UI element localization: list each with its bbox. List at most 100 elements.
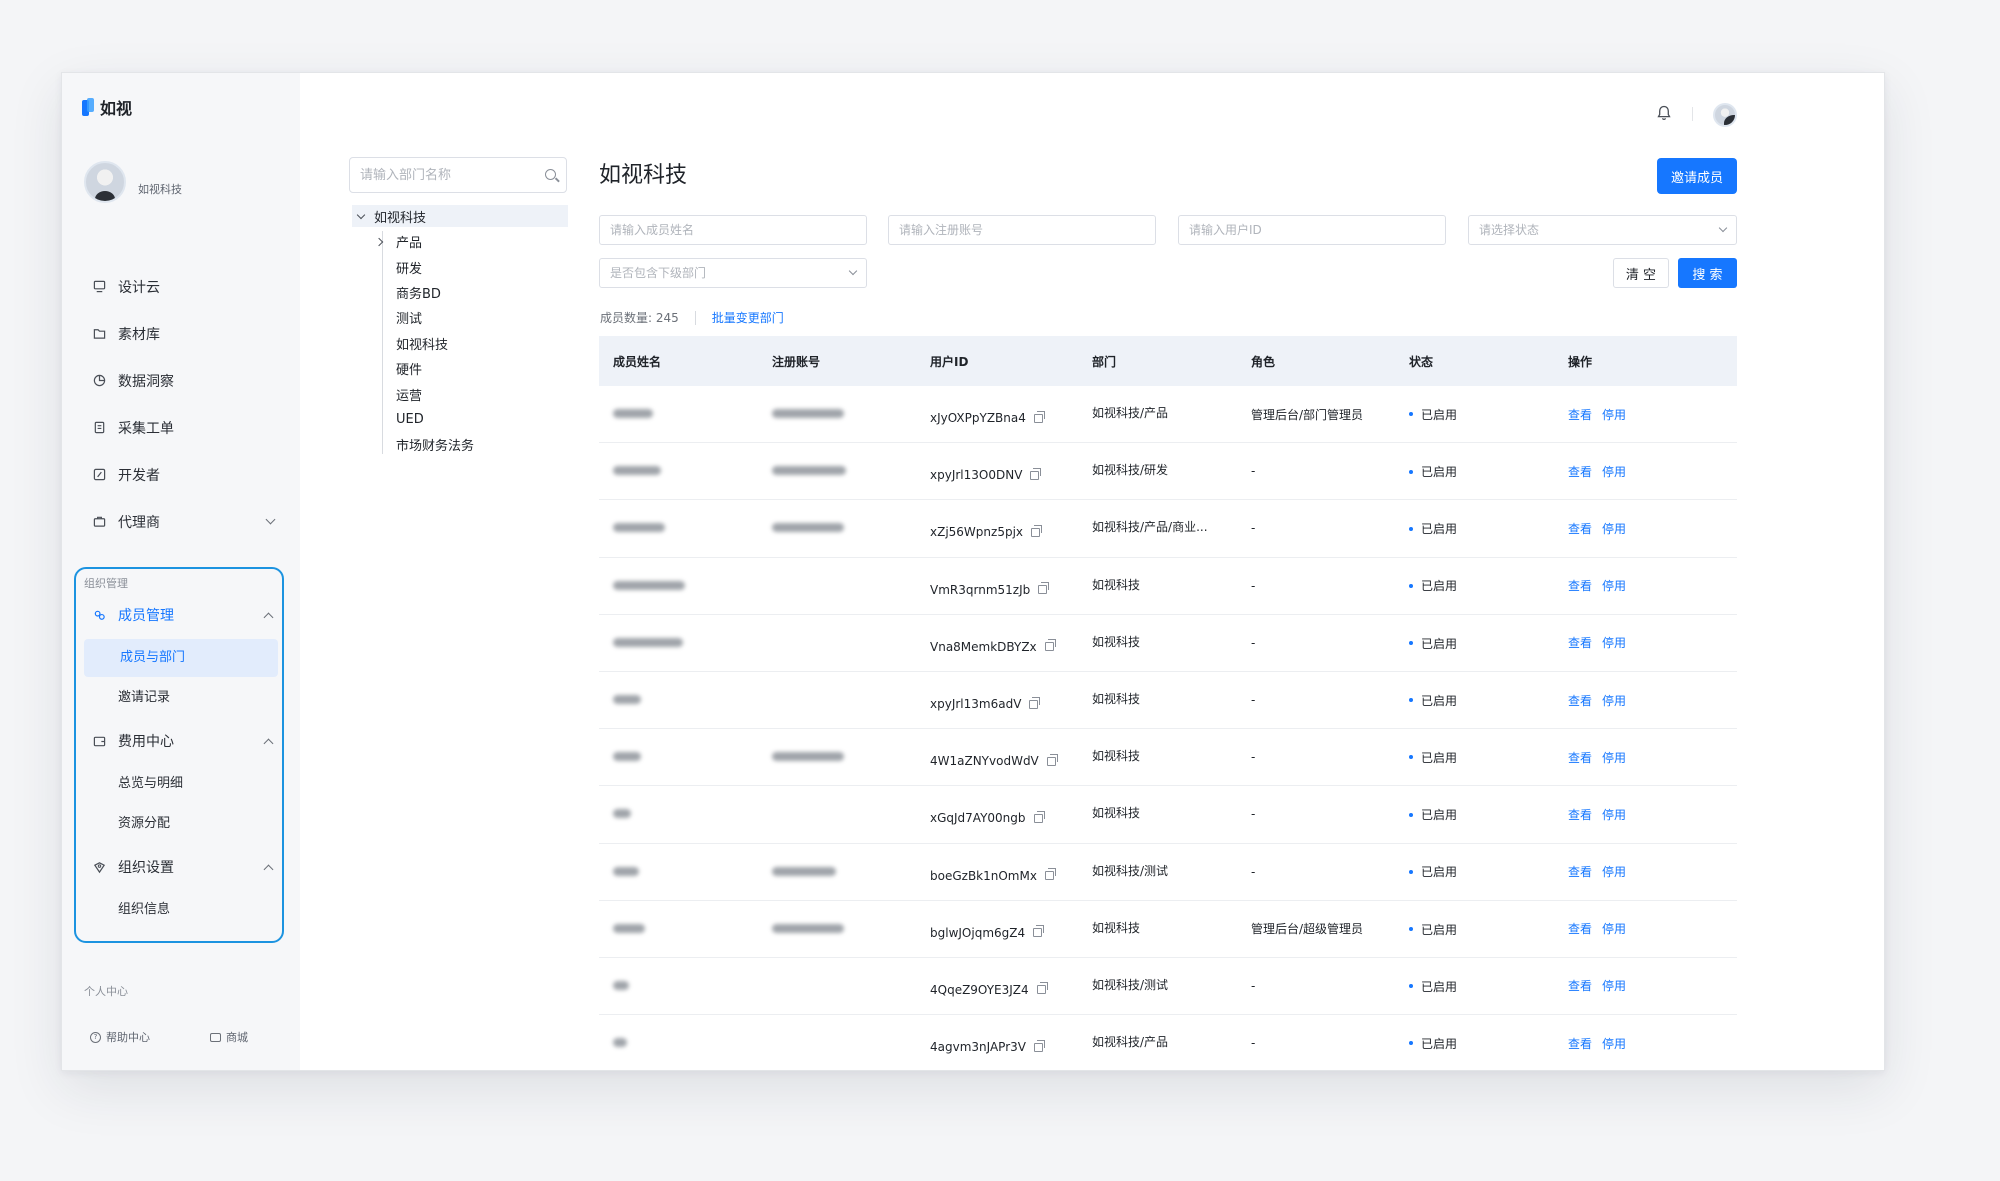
tree-node[interactable]: 如视科技 <box>382 331 568 356</box>
copy-icon[interactable] <box>1044 639 1056 652</box>
status-cell: 已启用 <box>1395 405 1554 423</box>
caret-right-icon[interactable] <box>374 237 384 246</box>
shop-link[interactable]: 商城 <box>210 1029 248 1045</box>
view-link[interactable]: 查看 <box>1568 808 1592 822</box>
subdept-select-input[interactable] <box>600 259 866 287</box>
sidebar-item-asset-library[interactable]: 素材库 <box>82 310 282 357</box>
org-profile[interactable]: 如视科技 <box>84 161 182 203</box>
chevron-up-icon[interactable] <box>263 864 274 874</box>
disable-link[interactable]: 停用 <box>1602 579 1626 593</box>
user-id-input[interactable] <box>1179 216 1445 244</box>
disable-link[interactable]: 停用 <box>1602 522 1626 536</box>
user-avatar[interactable] <box>1713 103 1737 127</box>
invite-member-button[interactable]: 邀请成员 <box>1657 158 1737 194</box>
view-link[interactable]: 查看 <box>1568 408 1592 422</box>
copy-icon[interactable] <box>1031 524 1042 537</box>
copy-icon[interactable] <box>1029 696 1041 709</box>
disable-link[interactable]: 停用 <box>1602 636 1626 650</box>
chevron-up-icon[interactable] <box>263 612 274 622</box>
uid-filter[interactable] <box>1178 215 1446 245</box>
search-icon[interactable] <box>545 169 556 180</box>
tree-node[interactable]: 市场财务法务 <box>382 432 568 457</box>
sidebar-item-resource-allocation[interactable]: 资源分配 <box>82 805 282 843</box>
subdept-select[interactable] <box>599 258 867 288</box>
copy-icon[interactable] <box>1046 753 1058 766</box>
disable-link[interactable]: 停用 <box>1602 408 1626 422</box>
tree-node[interactable]: 测试 <box>382 305 568 330</box>
copy-icon[interactable] <box>1033 410 1045 423</box>
caret-down-icon[interactable] <box>356 210 366 219</box>
disable-link[interactable]: 停用 <box>1602 751 1626 765</box>
sidebar-group-billing-center[interactable]: 费用中心 <box>82 719 282 763</box>
department-cell: 如视科技/产品 <box>1078 404 1237 424</box>
sidebar-item-overview-and-details[interactable]: 总览与明细 <box>82 765 282 803</box>
copy-icon[interactable] <box>1033 810 1045 823</box>
account-filter[interactable] <box>888 215 1156 245</box>
tree-node[interactable]: 运营 <box>382 381 568 406</box>
account-input[interactable] <box>889 216 1155 244</box>
copy-icon[interactable] <box>1038 582 1050 595</box>
disable-link[interactable]: 停用 <box>1602 694 1626 708</box>
user-id-text: VmR3qrnm51zJb <box>930 582 1031 597</box>
view-link[interactable]: 查看 <box>1568 694 1592 708</box>
member-name-input[interactable] <box>600 216 866 244</box>
copy-icon[interactable] <box>1033 1039 1045 1052</box>
copy-icon[interactable] <box>1033 925 1045 938</box>
disable-link[interactable]: 停用 <box>1602 1037 1626 1051</box>
view-link[interactable]: 查看 <box>1568 579 1592 593</box>
sidebar-group-org-settings[interactable]: 组织设置 <box>82 845 282 889</box>
sidebar-item-label: 采集工单 <box>118 420 174 437</box>
copy-icon[interactable] <box>1036 982 1048 995</box>
sidebar-item-data-insight[interactable]: 数据洞察 <box>82 357 282 404</box>
brand[interactable]: 如视 <box>82 95 132 119</box>
tree-node[interactable]: UED <box>382 407 568 432</box>
view-link[interactable]: 查看 <box>1568 979 1592 993</box>
department-cell: 如视科技 <box>1078 633 1237 653</box>
tree-node[interactable]: 商务BD <box>382 280 568 305</box>
sidebar-item-design-cloud[interactable]: 设计云 <box>82 263 282 310</box>
view-link[interactable]: 查看 <box>1568 1037 1592 1051</box>
department-cell: 如视科技 <box>1078 747 1237 767</box>
clear-button[interactable]: 清 空 <box>1613 258 1669 288</box>
sidebar-item-org-info[interactable]: 组织信息 <box>82 891 282 929</box>
name-filter[interactable] <box>599 215 867 245</box>
view-link[interactable]: 查看 <box>1568 922 1592 936</box>
view-link[interactable]: 查看 <box>1568 636 1592 650</box>
sidebar-item-capture-order[interactable]: 采集工单 <box>82 404 282 451</box>
member-name-cell <box>599 750 758 764</box>
dept-search-input[interactable] <box>350 158 530 192</box>
sidebar-item-developer[interactable]: 开发者 <box>82 451 282 498</box>
user-id-cell: xZj56Wpnz5pjx <box>916 517 1078 539</box>
status-select[interactable] <box>1468 215 1737 245</box>
disable-link[interactable]: 停用 <box>1602 865 1626 879</box>
chevron-down-icon[interactable] <box>265 514 276 525</box>
disable-link[interactable]: 停用 <box>1602 465 1626 479</box>
status-cell: 已启用 <box>1395 634 1554 652</box>
view-link[interactable]: 查看 <box>1568 865 1592 879</box>
tree-node-label: 产品 <box>396 236 423 252</box>
view-link[interactable]: 查看 <box>1568 751 1592 765</box>
sidebar-item-members-and-departments[interactable]: 成员与部门 <box>84 639 278 677</box>
status-select-input[interactable] <box>1469 216 1736 244</box>
copy-icon[interactable] <box>1044 868 1056 881</box>
copy-icon[interactable] <box>1030 467 1042 480</box>
search-button[interactable]: 搜 索 <box>1678 258 1737 288</box>
bell-icon[interactable] <box>1657 105 1671 121</box>
tree-node[interactable]: 产品 <box>374 229 568 254</box>
sidebar-group-member-management[interactable]: 成员管理 <box>82 593 282 637</box>
tree-node[interactable]: 研发 <box>382 254 568 279</box>
user-id: xZj56Wpnz5pjx <box>930 524 1042 539</box>
tree-root-node[interactable]: 如视科技 <box>352 205 568 227</box>
disable-link[interactable]: 停用 <box>1602 808 1626 822</box>
view-link[interactable]: 查看 <box>1568 465 1592 479</box>
dept-search-field[interactable] <box>349 157 567 193</box>
sidebar-item-invite-records[interactable]: 邀请记录 <box>82 679 282 717</box>
batch-change-dept-link[interactable]: 批量变更部门 <box>712 309 784 326</box>
sidebar-item-agent[interactable]: 代理商 <box>82 498 282 545</box>
view-link[interactable]: 查看 <box>1568 522 1592 536</box>
chevron-up-icon[interactable] <box>263 738 274 748</box>
disable-link[interactable]: 停用 <box>1602 922 1626 936</box>
disable-link[interactable]: 停用 <box>1602 979 1626 993</box>
tree-node[interactable]: 硬件 <box>382 356 568 381</box>
help-center-link[interactable]: ? 帮助中心 <box>90 1029 150 1045</box>
